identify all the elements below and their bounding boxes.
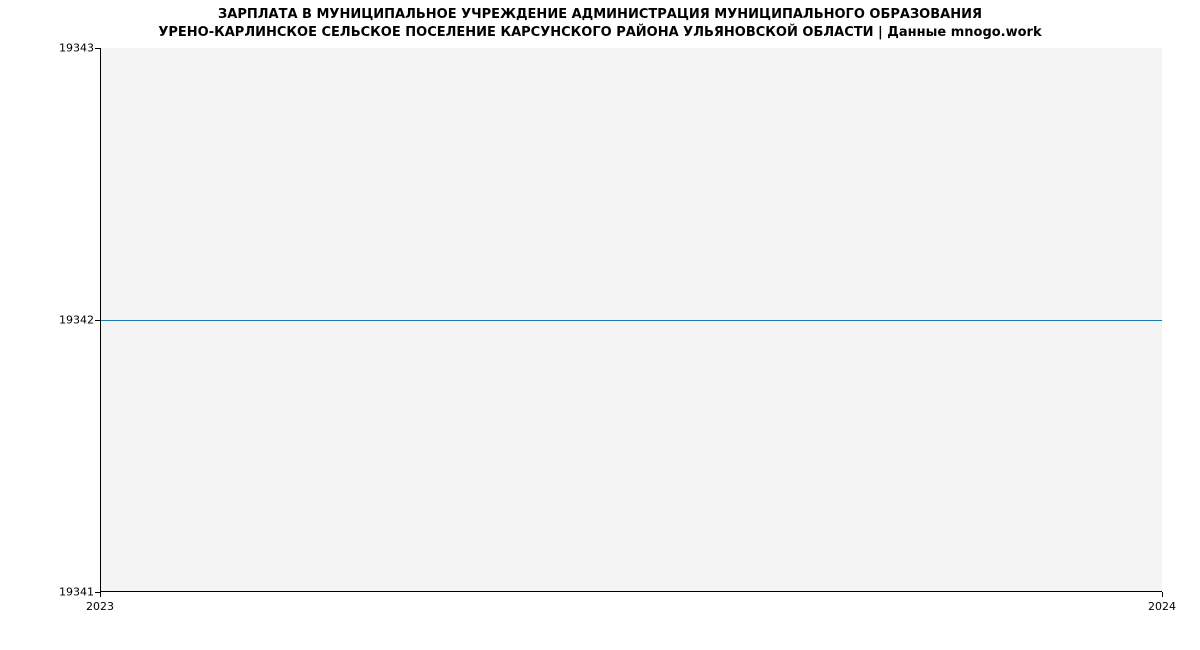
y-tick-top: 19343 — [59, 42, 94, 55]
y-tick-bottom: 19341 — [59, 586, 94, 599]
chart-title: ЗАРПЛАТА В МУНИЦИПАЛЬНОЕ УЧРЕЖДЕНИЕ АДМИ… — [0, 0, 1200, 41]
y-tick-mark-top — [95, 48, 100, 49]
chart-container: 19343 19342 19341 2023 2024 — [100, 48, 1162, 592]
x-tick-right: 2024 — [1148, 600, 1176, 613]
x-tick-mark-right — [1162, 592, 1163, 597]
chart-title-line2: УРЕНО-КАРЛИНСКОЕ СЕЛЬСКОЕ ПОСЕЛЕНИЕ КАРС… — [0, 24, 1200, 42]
chart-title-line1: ЗАРПЛАТА В МУНИЦИПАЛЬНОЕ УЧРЕЖДЕНИЕ АДМИ… — [0, 6, 1200, 24]
x-tick-mark-left — [100, 592, 101, 597]
data-line-series-0 — [101, 320, 1162, 321]
plot-area — [100, 48, 1162, 592]
y-tick-mid: 19342 — [59, 314, 94, 327]
x-tick-left: 2023 — [86, 600, 114, 613]
y-tick-mark-mid — [95, 320, 100, 321]
